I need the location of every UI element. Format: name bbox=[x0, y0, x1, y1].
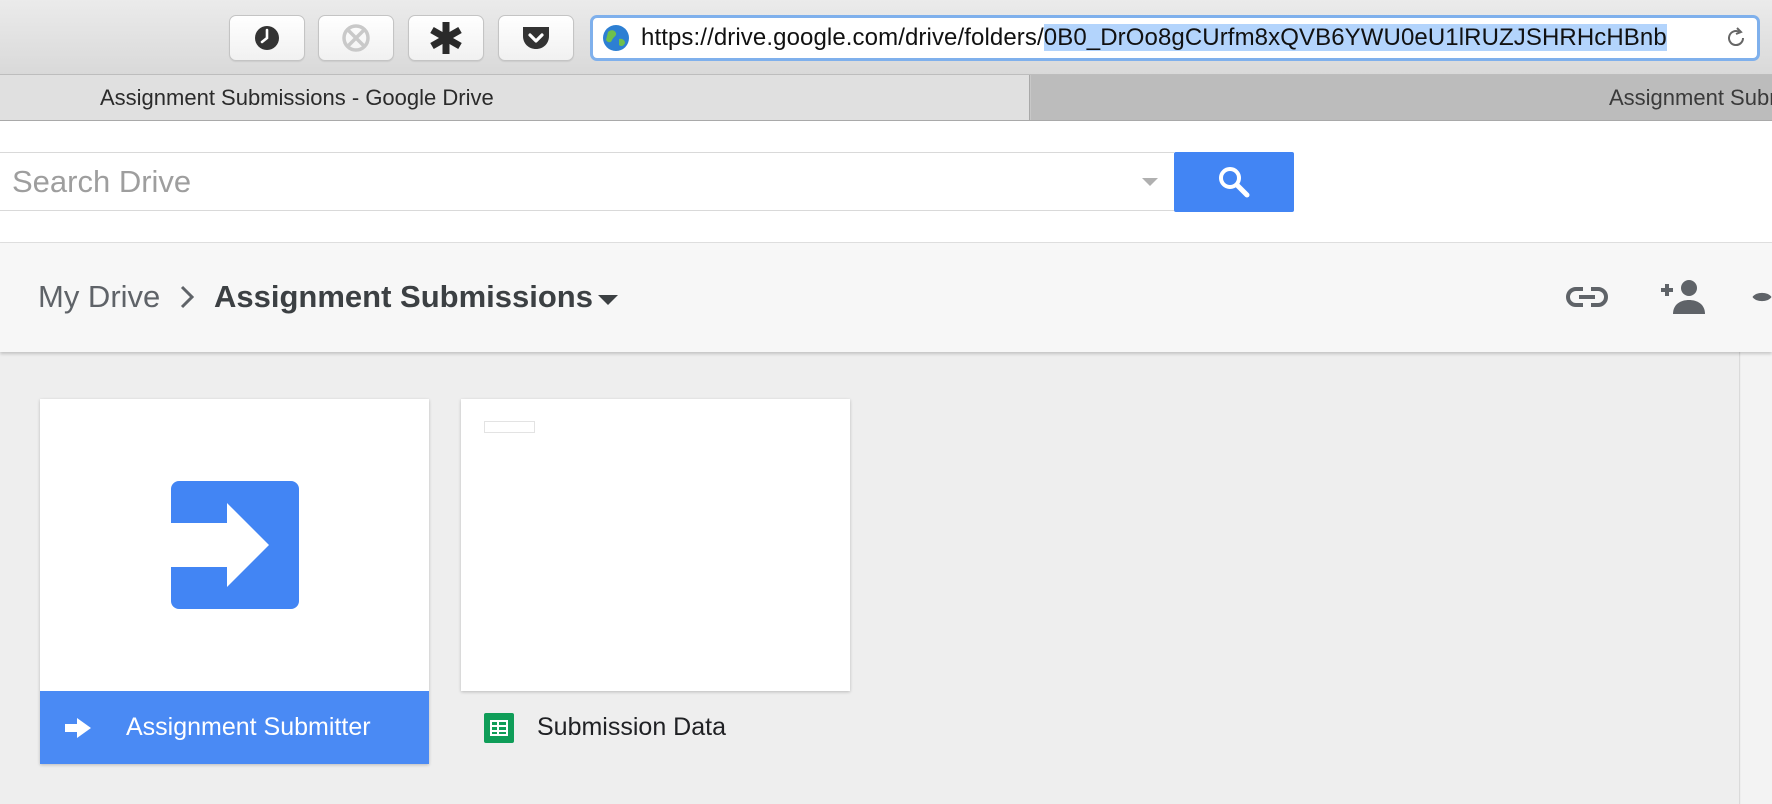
file-card-assignment-submitter[interactable]: Assignment Submitter bbox=[40, 399, 429, 764]
tab-label: Assignment Submissions - Google Drive bbox=[100, 84, 494, 110]
address-bar[interactable]: https://drive.google.com/drive/folders/0… bbox=[590, 15, 1760, 61]
blocked-button[interactable] bbox=[318, 15, 394, 61]
search-icon bbox=[1219, 167, 1250, 198]
link-icon bbox=[1566, 287, 1608, 307]
reload-button[interactable] bbox=[1719, 23, 1753, 53]
search-button[interactable] bbox=[1174, 152, 1294, 212]
file-name: Assignment Submitter bbox=[126, 713, 371, 741]
file-label: Submission Data bbox=[461, 691, 850, 764]
preview-icon bbox=[1752, 292, 1772, 302]
arrow-right-icon bbox=[170, 481, 299, 609]
tab-active[interactable]: Assignment Submissions - Google Drive bbox=[0, 75, 1030, 120]
file-label: Assignment Submitter bbox=[40, 691, 429, 764]
share-button[interactable] bbox=[1660, 273, 1708, 321]
breadcrumb-current[interactable]: Assignment Submissions bbox=[214, 279, 593, 315]
preview-button[interactable] bbox=[1752, 273, 1772, 321]
form-type-icon bbox=[60, 717, 96, 738]
search-box bbox=[0, 152, 1174, 211]
tab-strip: Assignment Submissions - Google Drive As… bbox=[0, 75, 1772, 121]
breadcrumb: My Drive Assignment Submissions bbox=[0, 243, 1772, 352]
drive-header bbox=[0, 121, 1772, 243]
extension-button[interactable] bbox=[408, 15, 484, 61]
tab-label: Assignment Submissions bbox=[1609, 84, 1772, 110]
file-card-submission-data[interactable]: Submission Data bbox=[461, 399, 850, 764]
pocket-icon bbox=[523, 27, 549, 49]
get-link-button[interactable] bbox=[1563, 273, 1611, 321]
arrow-right-icon bbox=[65, 717, 91, 738]
search-input[interactable] bbox=[0, 162, 1099, 201]
url-prefix: https://drive.google.com/drive/folders/ bbox=[641, 24, 1044, 51]
browser-toolbar: https://drive.google.com/drive/folders/0… bbox=[0, 0, 1772, 75]
chevron-right-icon bbox=[180, 285, 195, 309]
chevron-down-icon[interactable] bbox=[597, 294, 619, 306]
search-options-icon[interactable] bbox=[1142, 178, 1158, 186]
asterisk-icon bbox=[430, 22, 462, 54]
sheets-icon bbox=[481, 712, 517, 743]
file-name: Submission Data bbox=[537, 713, 726, 741]
url-text: https://drive.google.com/drive/folders/0… bbox=[641, 20, 1667, 56]
sheet-preview bbox=[484, 421, 535, 433]
reload-icon bbox=[1728, 27, 1745, 47]
url-selected: 0B0_DrOo8gCUrfm8xQVB6YWU0eU1lRUZJSHRHcHB… bbox=[1043, 24, 1667, 51]
add-person-icon bbox=[1661, 280, 1705, 314]
pocket-button[interactable] bbox=[498, 15, 574, 61]
file-thumbnail bbox=[461, 399, 850, 691]
breadcrumb-root[interactable]: My Drive bbox=[38, 279, 160, 315]
history-icon bbox=[255, 26, 279, 50]
file-thumbnail bbox=[40, 399, 429, 691]
file-grid: Assignment Submitter Submission Data bbox=[0, 352, 1740, 804]
scrollbar-track[interactable] bbox=[1741, 352, 1772, 804]
history-button[interactable] bbox=[229, 15, 305, 61]
globe-icon bbox=[603, 25, 629, 51]
blocked-icon bbox=[342, 24, 370, 52]
tab-inactive[interactable]: Assignment Submissions bbox=[1031, 75, 1772, 120]
